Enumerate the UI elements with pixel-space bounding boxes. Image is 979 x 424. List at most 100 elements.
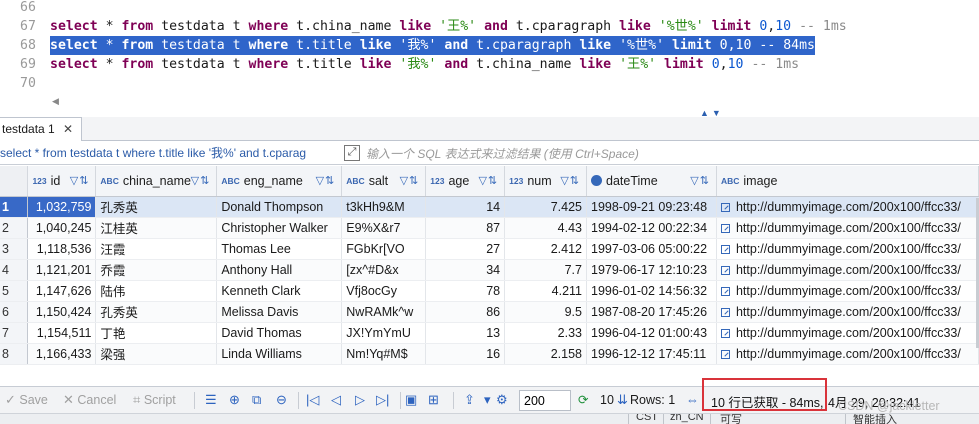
cell-age[interactable]: 87 (425, 217, 506, 239)
cell-salt[interactable]: t3kHh9&M (341, 196, 427, 218)
cell-dateTime[interactable]: 1987-08-20 17:45:26 (586, 301, 717, 323)
cell-eng_name[interactable]: Linda Williams (216, 343, 343, 365)
delete-row-icon[interactable]: ⊖ (276, 387, 287, 413)
cell-age[interactable]: 78 (425, 280, 506, 302)
link-icon[interactable] (720, 223, 730, 233)
cell-salt[interactable]: JX!YmYmU (341, 322, 427, 344)
cell-salt[interactable]: E9%X&r7 (341, 217, 427, 239)
cell-id[interactable]: 1,032,759 (27, 196, 97, 218)
cell-image[interactable]: http://dummyimage.com/200x100/ffcc33/ (716, 301, 979, 323)
cell-eng_name[interactable]: Kenneth Clark (216, 280, 343, 302)
cell-salt[interactable]: [zx^#D&x (341, 259, 427, 281)
cell-num[interactable]: 7.425 (504, 196, 587, 218)
cell-eng_name[interactable]: Thomas Lee (216, 238, 343, 260)
cell-eng_name[interactable]: Melissa Davis (216, 301, 343, 323)
table-row[interactable]: 5 1,147,626 陆伟 Kenneth Clark Vfj8ocGy 78 4.211… (0, 280, 979, 302)
cell-eng_name[interactable]: David Thomas (216, 322, 343, 344)
cell-eng_name[interactable]: Donald Thompson (216, 196, 343, 218)
column-width-icon[interactable]: ⇔ (686, 387, 699, 413)
cell-image[interactable]: http://dummyimage.com/200x100/ffcc33/ (716, 196, 979, 218)
cell-china_name[interactable]: 丁艳 (95, 322, 218, 344)
editor-line[interactable]: 66 (0, 0, 979, 17)
cell-age[interactable]: 27 (425, 238, 506, 260)
cell-eng_name[interactable]: Christopher Walker (216, 217, 343, 239)
cell-dateTime[interactable]: 1994-02-12 00:22:34 (586, 217, 717, 239)
column-header-id[interactable]: 123 id ▽⇅ (27, 166, 97, 197)
cell-dateTime[interactable]: 1998-09-21 09:23:48 (586, 196, 717, 218)
edit-row-icon[interactable]: ☰ (205, 387, 217, 413)
sql-editor[interactable]: 66 67 select * from testdata t where t.chi… (0, 0, 979, 94)
cell-china_name[interactable]: 汪霞 (95, 238, 218, 260)
previous-page-icon[interactable]: ◁ (331, 387, 341, 413)
sql-statement[interactable]: select * from testdata t where t.china_n… (50, 17, 847, 36)
cell-salt[interactable]: Nm!Yq#M$ (341, 343, 427, 365)
row-number[interactable]: 4 (0, 259, 29, 281)
last-page-icon[interactable]: ▷| (376, 387, 389, 413)
table-row[interactable]: 1 1,032,759 孔秀英 Donald Thompson t3kHh9&M 14 7.… (0, 196, 979, 218)
cell-eng_name[interactable]: Anthony Hall (216, 259, 343, 281)
row-number[interactable]: 6 (0, 301, 29, 323)
cell-image[interactable]: http://dummyimage.com/200x100/ffcc33/ (716, 238, 979, 260)
cell-china_name[interactable]: 陆伟 (95, 280, 218, 302)
refresh-icon[interactable]: ⟳ (578, 387, 588, 413)
column-header-num[interactable]: 123 num ▽⇅ (504, 166, 587, 197)
tab-testdata-1[interactable]: testdata 1 ✕ (0, 117, 82, 141)
cell-id[interactable]: 1,147,626 (27, 280, 97, 302)
row-number[interactable]: 7 (0, 322, 29, 344)
table-row[interactable]: 2 1,040,245 江桂英 Christopher Walker E9%X&r7 87… (0, 217, 979, 239)
cell-id[interactable]: 1,121,201 (27, 259, 97, 281)
column-header-age[interactable]: 123 age ▽⇅ (425, 166, 506, 197)
column-header-eng_name[interactable]: ABC eng_name ▽⇅ (216, 166, 343, 197)
cell-num[interactable]: 7.7 (504, 259, 587, 281)
row-number[interactable]: 1 (0, 196, 29, 218)
table-row[interactable]: 3 1,118,536 汪霞 Thomas Lee FGbKr[VO 27 2.412 199… (0, 238, 979, 260)
cell-age[interactable]: 16 (425, 343, 506, 365)
row-number[interactable]: 8 (0, 343, 29, 365)
column-header-salt[interactable]: ABC salt ▽⇅ (341, 166, 427, 197)
cell-num[interactable]: 2.158 (504, 343, 587, 365)
grid-view-icon[interactable]: ⊞ (428, 387, 439, 413)
table-row[interactable]: 8 1,166,433 梁强 Linda Williams Nm!Yq#M$ 16 2.15… (0, 343, 979, 365)
cell-age[interactable]: 34 (425, 259, 506, 281)
sql-statement[interactable]: select * from testdata t where t.title l… (50, 36, 815, 55)
cell-salt[interactable]: NwRAMk^w (341, 301, 427, 323)
row-number[interactable]: 2 (0, 217, 29, 239)
cell-dateTime[interactable]: 1996-01-02 14:56:32 (586, 280, 717, 302)
filter-sort-icon[interactable]: ▽⇅ (478, 174, 498, 187)
cell-id[interactable]: 1,154,511 (27, 322, 97, 344)
link-icon[interactable] (720, 265, 730, 275)
scroll-left-arrow-icon[interactable]: ◀ (52, 96, 59, 107)
cell-dateTime[interactable]: 1979-06-17 12:10:23 (586, 259, 717, 281)
column-header-dateTime[interactable]: dateTime ▽⇅ (586, 166, 717, 197)
cell-image[interactable]: http://dummyimage.com/200x100/ffcc33/ (716, 217, 979, 239)
filter-sort-icon[interactable]: ▽⇅ (70, 174, 90, 187)
table-row[interactable]: 4 1,121,201 乔霞 Anthony Hall [zx^#D&x 34 7.7 197… (0, 259, 979, 281)
editor-line[interactable]: 69 select * from testdata t where t.title… (0, 55, 979, 74)
cell-num[interactable]: 4.211 (504, 280, 587, 302)
script-button[interactable]: ⌗ Script (133, 387, 176, 413)
fetch-all-icon[interactable]: ⇊ (617, 387, 628, 413)
cell-china_name[interactable]: 江桂英 (95, 217, 218, 239)
cell-china_name[interactable]: 孔秀英 (95, 301, 218, 323)
cell-id[interactable]: 1,040,245 (27, 217, 97, 239)
link-icon[interactable] (720, 202, 730, 212)
table-row[interactable]: 7 1,154,511 丁艳 David Thomas JX!YmYmU 13 2.33 19… (0, 322, 979, 344)
save-button[interactable]: ✓ Save (5, 387, 48, 413)
cell-num[interactable]: 4.43 (504, 217, 587, 239)
cell-id[interactable]: 1,150,424 (27, 301, 97, 323)
row-number[interactable]: 5 (0, 280, 29, 302)
cell-age[interactable]: 86 (425, 301, 506, 323)
more-icon[interactable]: ▾ (484, 387, 491, 413)
table-row[interactable]: 6 1,150,424 孔秀英 Melissa Davis NwRAMk^w 86 9.5 1… (0, 301, 979, 323)
cell-num[interactable]: 2.412 (504, 238, 587, 260)
row-number[interactable]: 3 (0, 238, 29, 260)
first-page-icon[interactable]: |◁ (306, 387, 319, 413)
cell-salt[interactable]: FGbKr[VO (341, 238, 427, 260)
fetch-size-input[interactable] (519, 390, 571, 411)
filter-sort-icon[interactable]: ▽⇅ (316, 174, 336, 187)
cell-china_name[interactable]: 乔霞 (95, 259, 218, 281)
copy-row-icon[interactable]: ⧉ (252, 387, 261, 413)
filter-sort-icon[interactable]: ▽⇅ (560, 174, 580, 187)
expand-filter-icon[interactable]: ⤢ (344, 145, 360, 161)
cell-image[interactable]: http://dummyimage.com/200x100/ffcc33/ (716, 259, 979, 281)
